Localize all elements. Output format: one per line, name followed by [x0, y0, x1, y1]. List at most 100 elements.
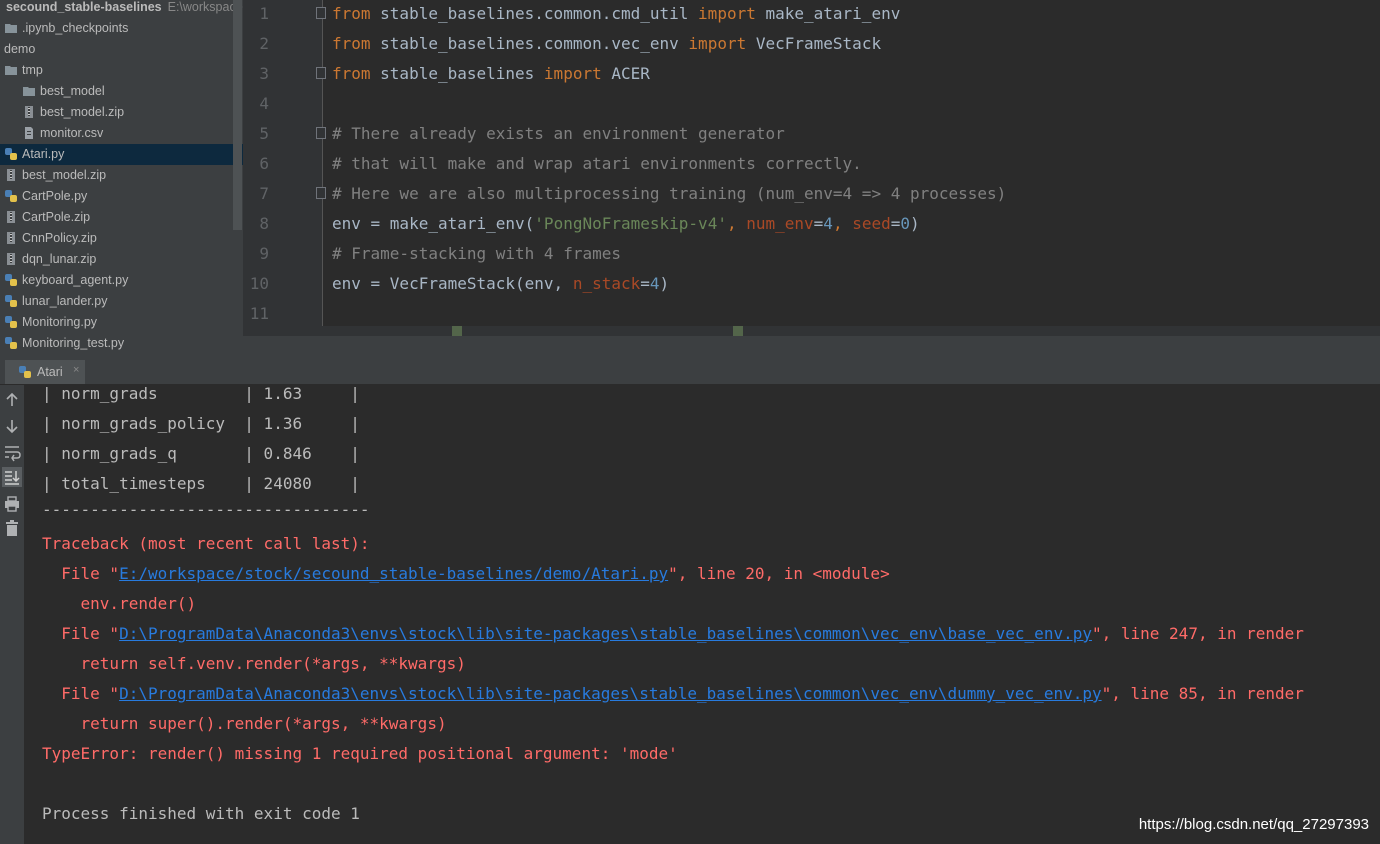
number-literal: 0 [900, 214, 911, 233]
tree-item-label: dqn_lunar.zip [22, 252, 97, 266]
zip-file-icon [7, 232, 15, 244]
tree-item-label: .ipynb_checkpoints [22, 21, 129, 35]
code-line-5: # There already exists an environment ge… [332, 124, 785, 143]
tab-label: Atari [37, 365, 63, 379]
folder-icon [23, 87, 35, 96]
tree-item-label: lunar_lander.py [22, 294, 108, 308]
project-root-name: secound_stable-baselines [6, 0, 162, 14]
tree-item[interactable]: lunar_lander.py [0, 291, 243, 312]
traceback-code: return super().render(*args, **kwargs) [42, 714, 447, 733]
console-table-row: | norm_grads | 1.63 | [42, 385, 360, 403]
zip-file-icon [7, 253, 15, 265]
tree-item[interactable]: Monitoring.py [0, 312, 243, 333]
frame-suffix: ", line 247, in render [1091, 624, 1304, 643]
folder-icon [5, 24, 17, 33]
python-icon [19, 366, 31, 378]
number-literal: 4 [649, 274, 660, 293]
line-number: 7 [259, 184, 269, 203]
tree-item-label: CartPole.zip [22, 210, 91, 224]
exit-message: Process finished with exit code 1 [42, 804, 360, 823]
file-link[interactable]: E:/workspace/stock/secound_stable-baseli… [119, 564, 668, 583]
tree-item[interactable]: CnnPolicy.zip [0, 228, 243, 249]
file-link[interactable]: D:\ProgramData\Anaconda3\envs\stock\lib\… [119, 684, 1102, 703]
print-icon[interactable] [2, 494, 22, 514]
fold-marker-icon[interactable] [316, 127, 326, 139]
tree-item-label: best_model.zip [22, 168, 107, 182]
scroll-to-end-icon[interactable] [2, 467, 22, 487]
tree-item[interactable]: CartPole.zip [0, 207, 243, 228]
tree-item[interactable]: Monitoring_test.py [0, 333, 243, 354]
tree-item[interactable]: best_model [0, 81, 243, 102]
run-console[interactable]: | norm_grads | 1.63 | | norm_grads_polic… [24, 385, 1380, 844]
traceback-header: Traceback (most recent call last): [42, 534, 370, 553]
soft-wrap-icon[interactable] [2, 442, 22, 462]
code-line-2: from stable_baselines.common.vec_env imp… [332, 34, 881, 53]
traceback-code: return self.venv.render(*args, **kwargs) [42, 654, 466, 673]
param-name: seed [852, 214, 891, 233]
tree-item[interactable]: tmp [0, 60, 243, 81]
fold-marker-icon[interactable] [316, 7, 326, 19]
console-table-row: | total_timesteps | 24080 | [42, 474, 360, 493]
code-editor[interactable]: 1 2 3 4 5 6 7 8 9 10 11 from stable_baselines.comm… [243, 0, 1380, 336]
frame-prefix: File " [42, 684, 120, 703]
console-toolbar [0, 385, 24, 844]
tree-item[interactable]: .ipynb_checkpoints [0, 18, 243, 39]
console-table-row: | norm_grads_q | 0.846 | [42, 444, 360, 463]
line-number: 1 [259, 4, 269, 23]
panel-splitter[interactable] [243, 336, 1380, 358]
tree-item-label: best_model [40, 84, 105, 98]
fold-marker-icon[interactable] [316, 187, 326, 199]
tree-item-label: Monitoring.py [22, 315, 98, 329]
tree-item[interactable]: keyboard_agent.py [0, 270, 243, 291]
folder-icon [5, 66, 17, 75]
scroll-marker [733, 326, 743, 336]
separator: , [832, 214, 853, 233]
zip-file-icon [7, 169, 15, 181]
watermark: https://blog.csdn.net/qq_27297393 [1138, 816, 1369, 833]
code-line-10: env = VecFrameStack(env, n_stack=4) [332, 274, 669, 293]
tree-item-label: tmp [22, 63, 43, 77]
tree-item-label: CnnPolicy.zip [22, 231, 97, 245]
fold-marker-icon[interactable] [316, 67, 326, 79]
zip-file-icon [7, 211, 15, 223]
editor-bottom-edge [243, 326, 1380, 336]
tree-item[interactable]: CartPole.py [0, 186, 243, 207]
close-icon[interactable]: × [73, 364, 79, 376]
arrow-down-icon[interactable] [2, 416, 22, 436]
tree-item-label: demo [4, 42, 36, 56]
tree-item[interactable]: best_model.zip [0, 165, 243, 186]
scroll-marker [452, 326, 462, 336]
import-name: VecFrameStack [746, 34, 882, 53]
tree-item-label: Monitoring_test.py [22, 336, 125, 350]
tree-item[interactable]: Atari.py [0, 144, 243, 165]
tree-item[interactable]: monitor.csv [0, 123, 243, 144]
project-root-path: E:\workspace [167, 0, 243, 14]
number-literal: 4 [823, 214, 833, 233]
keyword: import [698, 4, 756, 23]
tree-item-label: CartPole.py [22, 189, 88, 203]
sidebar-scrollbar[interactable] [233, 0, 242, 230]
error-message: TypeError: render() missing 1 required p… [42, 744, 678, 763]
tree-item-label: Atari.py [22, 147, 65, 161]
arrow-up-icon[interactable] [2, 390, 22, 410]
zip-file-icon [25, 106, 33, 118]
param-name: n_stack [572, 274, 641, 293]
file-link[interactable]: D:\ProgramData\Anaconda3\envs\stock\lib\… [119, 624, 1092, 643]
code-text: env = make_atari_env( [332, 214, 535, 233]
tree-item-label: keyboard_agent.py [22, 273, 129, 287]
tab-atari-run[interactable]: Atari × [5, 360, 85, 384]
tree-item[interactable]: dqn_lunar.zip [0, 249, 243, 270]
line-number: 10 [249, 274, 269, 293]
project-root[interactable]: secound_stable-baselines E:\workspace [6, 0, 243, 14]
traceback-frame: File "D:\ProgramData\Anaconda3\envs\stoc… [42, 684, 1304, 703]
code-line-6: # that will make and wrap atari environm… [332, 154, 862, 173]
line-number: 6 [259, 154, 269, 173]
code-text: = [890, 214, 901, 233]
code-line-1: from stable_baselines.common.cmd_util im… [332, 4, 900, 23]
line-number: 4 [259, 94, 269, 113]
tree-item[interactable]: demo [0, 39, 243, 60]
import-name: make_atari_env [755, 4, 901, 23]
tree-item[interactable]: best_model.zip [0, 102, 243, 123]
traceback-frame: File "D:\ProgramData\Anaconda3\envs\stoc… [42, 624, 1304, 643]
trash-icon[interactable] [2, 519, 22, 539]
